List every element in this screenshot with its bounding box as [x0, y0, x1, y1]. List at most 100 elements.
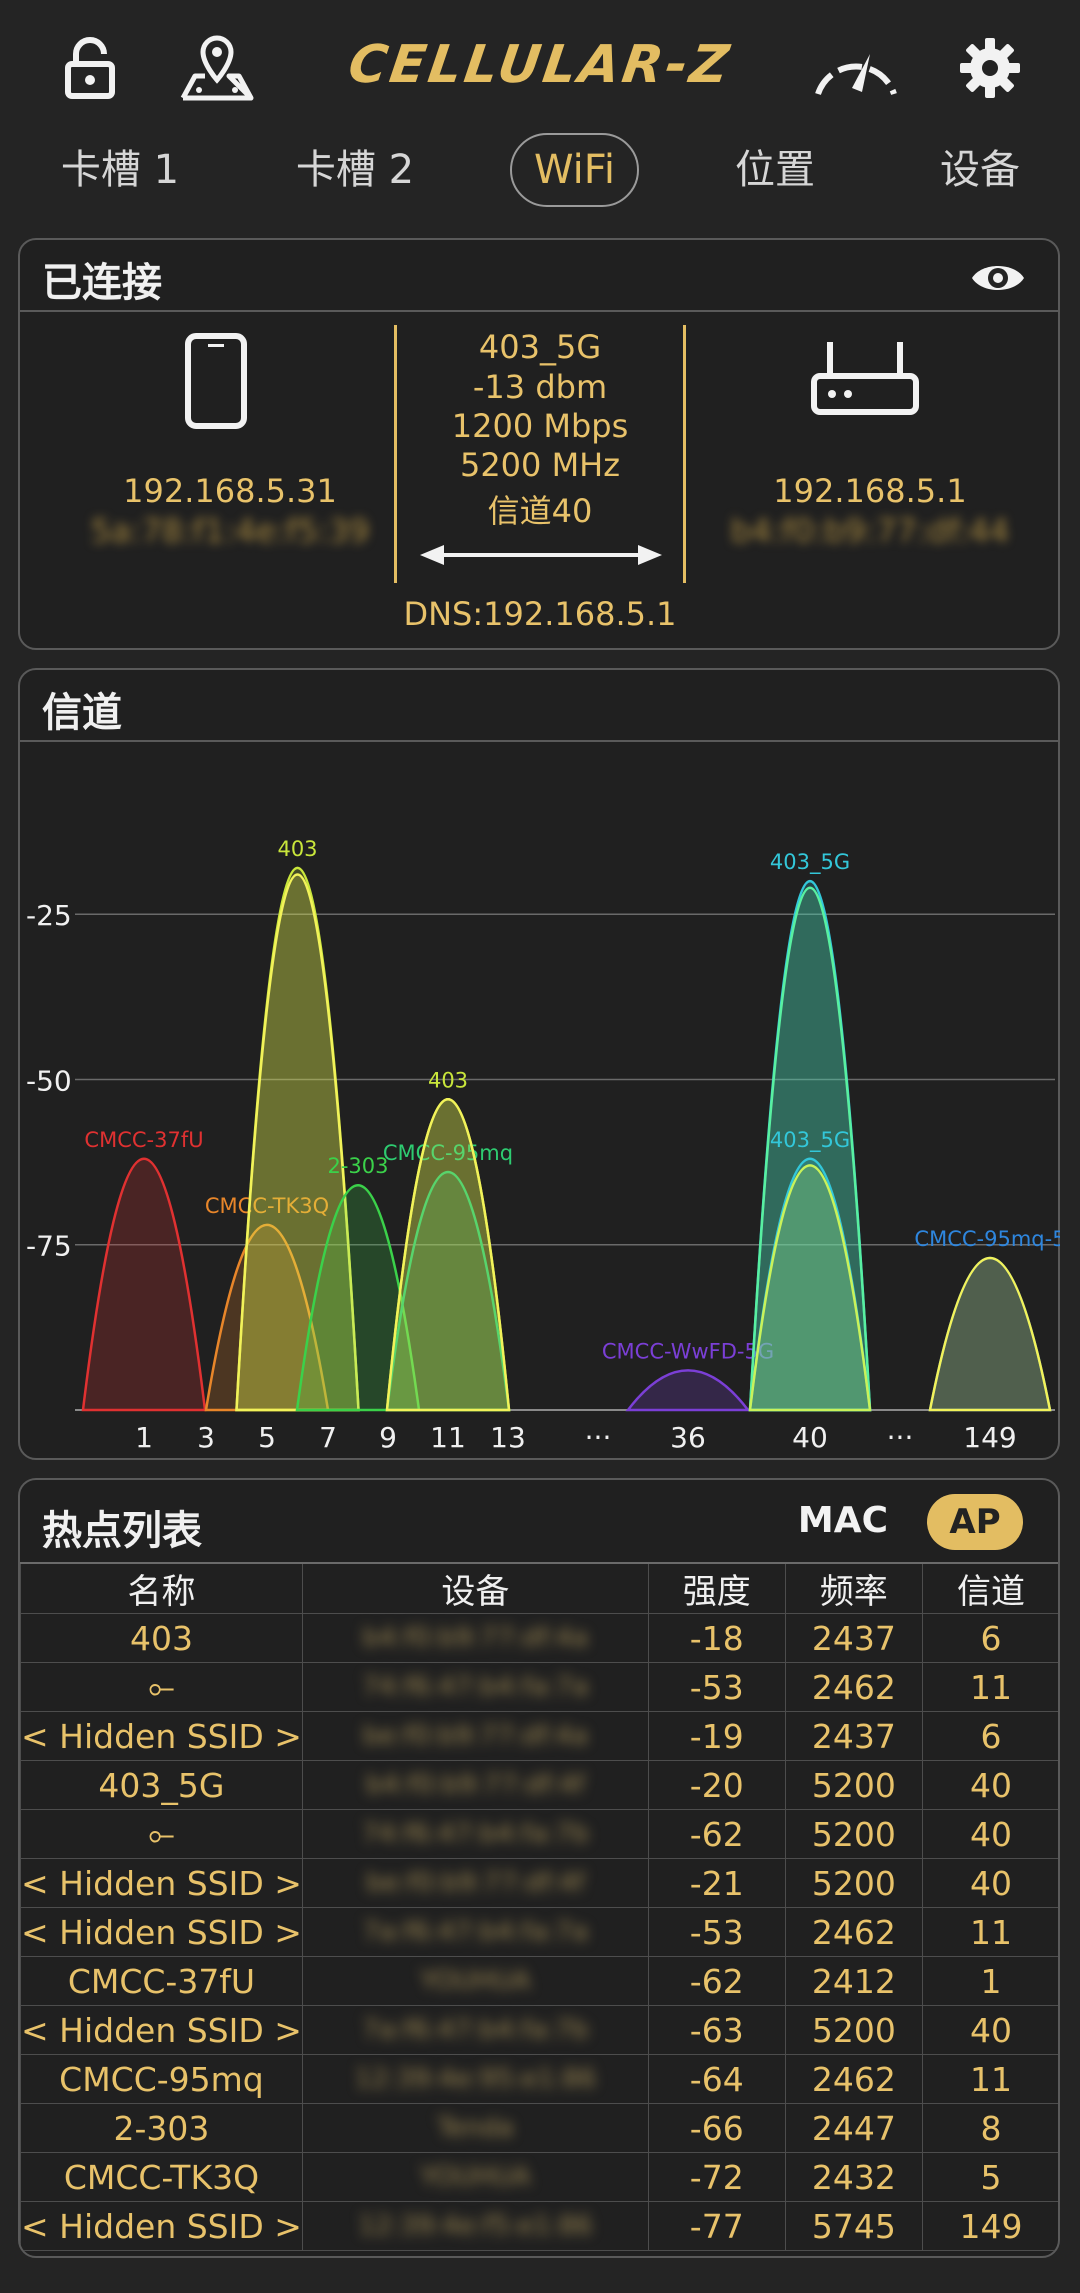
- hotspot-name: ⟜: [20, 1809, 303, 1859]
- channel-label: 信道40: [487, 492, 593, 530]
- table-row[interactable]: < Hidden SSID >7a:f6:47:b4:fa:7a -53 2462 1…: [20, 1907, 1058, 1957]
- hotspot-name: CMCC-95mq: [20, 2054, 303, 2104]
- col-strength[interactable]: 强度: [647, 1562, 786, 1614]
- x-tick-label: 36: [670, 1421, 706, 1454]
- hotspot-channel: 6: [922, 1711, 1058, 1761]
- y-tick-label: -25: [26, 899, 72, 932]
- hotspot-frequency: 2437: [784, 1711, 924, 1761]
- hotspot-device: 12:39:4e:95:e1:86: [301, 2054, 649, 2104]
- lock-icon[interactable]: [50, 28, 130, 108]
- ap-toggle-button[interactable]: AP: [927, 1494, 1023, 1550]
- curve-label: CMCC-WwFD-5G: [602, 1339, 774, 1363]
- table-row[interactable]: < Hidden SSID >12:39:4e:f5:e1:86 -77 5745 1…: [20, 2201, 1058, 2251]
- phone-ip: 192.168.5.31: [123, 472, 337, 510]
- channel-panel: 信道 -25 -50 -75 CMCC-37fU CMCC-TK3Q 403 2-303 40…: [18, 668, 1060, 1460]
- hotspot-frequency: 5200: [784, 1858, 924, 1908]
- hotspot-channel: 11: [922, 2054, 1058, 2104]
- y-tick-label: -50: [26, 1064, 72, 1097]
- hotspot-frequency: 5745: [784, 2201, 924, 2251]
- tab-sim-1[interactable]: 卡槽 1: [40, 130, 200, 210]
- hotspot-name: 403: [20, 1613, 303, 1663]
- hotspot-strength: -63: [647, 2005, 786, 2055]
- table-row[interactable]: 2-303 Tenda -66 2447 8: [20, 2103, 1058, 2153]
- hotspot-frequency: 5200: [784, 1809, 924, 1859]
- hotspot-strength: -66: [647, 2103, 786, 2153]
- table-row[interactable]: < Hidden SSID > be:f0:b9:77:df:4a -19 2437 6: [20, 1711, 1058, 1761]
- hotspot-frequency: 2432: [784, 2152, 924, 2202]
- link-arrow-icon: [418, 540, 664, 570]
- hotspot-device: YOUHUA: [301, 2152, 649, 2202]
- x-tick-label: 1: [135, 1421, 153, 1454]
- x-tick-label: ···: [585, 1421, 612, 1454]
- col-device[interactable]: 设备: [301, 1562, 649, 1614]
- tab-location[interactable]: 位置: [700, 130, 850, 210]
- map-pin-icon[interactable]: [177, 28, 257, 108]
- hotspot-frequency: 2412: [784, 1956, 924, 2006]
- hotspot-channel: 6: [922, 1613, 1058, 1663]
- x-tick-label: 5: [258, 1421, 276, 1454]
- table-row[interactable]: < Hidden SSID > be:f0:b9:77:df:4f -21 5200 4…: [20, 1858, 1058, 1908]
- table-row[interactable]: ⟜ 74:f6:47:b4:fa:7b -62 5200 40: [20, 1809, 1058, 1859]
- hotspot-name: < Hidden SSID >: [20, 2005, 303, 2055]
- hotspot-name: CMCC-TK3Q: [20, 2152, 303, 2202]
- x-tick-label: 40: [792, 1421, 828, 1454]
- hotspot-channel: 40: [922, 1809, 1058, 1859]
- signal-label: -13 dbm: [472, 368, 608, 406]
- table-row[interactable]: CMCC-37fU YOUHUA -62 2412 1: [20, 1956, 1058, 2006]
- hotspot-frequency: 2462: [784, 1662, 924, 1712]
- hotspot-device: 74:f6:47:b4:fa:7a: [301, 1662, 649, 1712]
- hotspot-channel: 11: [922, 1662, 1058, 1712]
- y-tick-label: -75: [26, 1230, 72, 1263]
- router-mac: b4:f0:b9:77:df:44: [730, 512, 1010, 550]
- hotspot-name: CMCC-37fU: [20, 1956, 303, 2006]
- table-row[interactable]: 403 b4:f0:b9:77:df:4a -18 2437 6: [20, 1613, 1058, 1663]
- mac-toggle-button[interactable]: MAC: [798, 1500, 888, 1541]
- hotspot-device: 7a:f6:47:b4:fa:7b: [301, 2005, 649, 2055]
- x-tick-label: 11: [430, 1421, 466, 1454]
- table-row[interactable]: CMCC-TK3Q YOUHUA -72 2432 5: [20, 2152, 1058, 2202]
- hotspot-channel: 40: [922, 2005, 1058, 2055]
- dns-label: DNS:192.168.5.1: [403, 595, 677, 633]
- x-tick-label: 3: [197, 1421, 215, 1454]
- phone-icon: [180, 332, 252, 432]
- hotspot-strength: -64: [647, 2054, 786, 2104]
- table-row[interactable]: ⟜ 74:f6:47:b4:fa:7a -53 2462 11: [20, 1662, 1058, 1712]
- hotspot-strength: -53: [647, 1662, 786, 1712]
- freq-label: 5200 MHz: [459, 446, 621, 484]
- hotspot-strength: -19: [647, 1711, 786, 1761]
- hotspot-device: YOUHUA: [301, 1956, 649, 2006]
- hotspot-frequency: 2462: [784, 2054, 924, 2104]
- connected-title: 已连接: [42, 260, 162, 306]
- hotspot-device: b4:f0:b9:77:df:4f: [301, 1760, 649, 1810]
- x-tick-label: 7: [319, 1421, 337, 1454]
- hotspot-channel: 5: [922, 2152, 1058, 2202]
- channel-curve: [625, 1369, 751, 1412]
- channel-curve: [928, 1256, 1052, 1412]
- hotspot-name: < Hidden SSID >: [20, 1858, 303, 1908]
- hotspot-device: b4:f0:b9:77:df:4a: [301, 1613, 649, 1663]
- table-row[interactable]: CMCC-95mq 12:39:4e:95:e1:86 -64 2462 11: [20, 2054, 1058, 2104]
- hotspot-frequency: 2462: [784, 1907, 924, 1957]
- tab-device[interactable]: 设备: [905, 130, 1055, 210]
- speedometer-icon[interactable]: [806, 28, 906, 108]
- table-row[interactable]: < Hidden SSID >7a:f6:47:b4:fa:7b -63 5200 4…: [20, 2005, 1058, 2055]
- col-name[interactable]: 名称: [20, 1562, 303, 1614]
- table-row[interactable]: 403_5G b4:f0:b9:77:df:4f -20 5200 40: [20, 1760, 1058, 1810]
- col-frequency[interactable]: 频率: [784, 1562, 924, 1614]
- tab-sim-2[interactable]: 卡槽 2: [275, 130, 435, 210]
- settings-gear-icon[interactable]: [950, 28, 1030, 108]
- x-tick-label: 13: [490, 1421, 526, 1454]
- hotspot-channel: 149: [922, 2201, 1058, 2251]
- curve-label: 403: [277, 837, 317, 861]
- hotspot-strength: -53: [647, 1907, 786, 1957]
- hotspot-frequency: 5200: [784, 2005, 924, 2055]
- connected-panel: 已连接 192.168.5.31 5a:78:f1:4e:f5:39 403_5…: [18, 238, 1060, 650]
- col-channel[interactable]: 信道: [922, 1562, 1058, 1614]
- tab-wifi[interactable]: WiFi: [510, 133, 639, 207]
- top-bar: CELLULAR-Z: [0, 0, 1080, 135]
- curve-label: CMCC-37fU: [84, 1128, 203, 1152]
- hotspot-strength: -18: [647, 1613, 786, 1663]
- visibility-eye-icon[interactable]: [968, 256, 1028, 300]
- hotspot-name: ⟜: [20, 1662, 303, 1712]
- hotspot-device: 7a:f6:47:b4:fa:7a: [301, 1907, 649, 1957]
